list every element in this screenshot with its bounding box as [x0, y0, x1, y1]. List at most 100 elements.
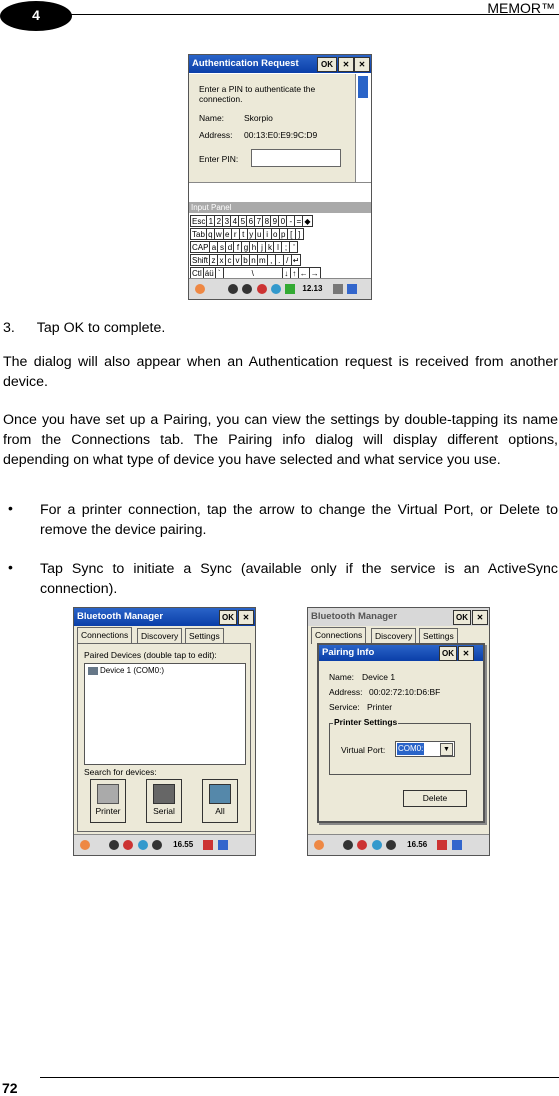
taskbar: 16.55: [74, 834, 255, 855]
ok-button[interactable]: OK: [219, 610, 237, 625]
serial-icon: [153, 784, 175, 804]
keyboard-key[interactable]: ]: [294, 228, 304, 240]
pen-icon[interactable]: [437, 840, 448, 850]
battery-icon: [285, 284, 296, 294]
status-icon: [228, 284, 239, 294]
background-panel: [189, 182, 371, 203]
dialog-message: Enter a PIN to authenticate the connecti…: [199, 84, 316, 104]
start-icon[interactable]: [314, 840, 324, 850]
name-label: Name:: [329, 672, 355, 682]
start-icon[interactable]: [80, 840, 90, 850]
printer-button-label: Printer: [95, 806, 121, 816]
page-number: 72: [2, 1080, 18, 1096]
tab-connections[interactable]: Connections: [77, 627, 133, 644]
close-button[interactable]: ✕: [472, 610, 488, 625]
chapter-badge: 4: [0, 1, 72, 31]
tab-connections[interactable]: Connections: [311, 627, 367, 644]
service-label: Service:: [329, 702, 360, 712]
paired-devices-list[interactable]: Device 1 (COM0:): [84, 663, 246, 765]
dialog-ok-button[interactable]: OK: [439, 646, 457, 661]
desktop-icon[interactable]: [217, 840, 228, 850]
address-label: Address:: [199, 130, 233, 140]
step-text: Tap OK to complete.: [36, 320, 166, 336]
dialog-close-button[interactable]: ✕: [458, 646, 474, 661]
chevron-down-icon[interactable]: ▼: [440, 743, 453, 756]
all-button[interactable]: All: [202, 779, 238, 823]
keyboard-key[interactable]: ↵: [290, 254, 302, 266]
keyboard-icon[interactable]: [332, 284, 343, 294]
keyboard-key[interactable]: CAP: [190, 241, 211, 253]
search-devices-label: Search for devices:: [84, 767, 157, 777]
keyboard-key[interactable]: ': [289, 241, 299, 253]
bullet-2-symbol: •: [8, 559, 13, 575]
status-icon: [109, 840, 120, 850]
close-button[interactable]: ✕: [338, 57, 354, 72]
tab-discovery[interactable]: Discovery: [137, 628, 183, 643]
screenshot-pairing-info: Bluetooth Manager OK ✕ Connections Disco…: [307, 607, 490, 856]
paired-devices-label: Paired Devices (double tap to edit):: [84, 650, 217, 660]
screenshot-bluetooth-manager: Bluetooth Manager OK ✕ Connections Disco…: [73, 607, 256, 856]
printer-icon: [97, 784, 119, 804]
start-icon[interactable]: [195, 284, 205, 294]
virtual-port-select[interactable]: COM0: ▼: [395, 741, 455, 757]
step-number: 3.: [3, 320, 15, 336]
network-icon: [371, 840, 382, 850]
soft-keyboard[interactable]: Esc 1 2 3 4 5 6 7 8 9 0- = ◆ Tab q w e r t y u i o p[] CAP a s d f…: [189, 214, 371, 279]
address-label: Address:: [329, 687, 363, 697]
virtual-port-label: Virtual Port:: [341, 745, 386, 755]
clock: 16.55: [173, 840, 194, 849]
tab-settings[interactable]: Settings: [419, 628, 458, 643]
paragraph-1: The dialog will also appear when an Auth…: [3, 354, 558, 390]
ok-button[interactable]: OK: [453, 610, 471, 625]
bluetooth-icon: [357, 840, 368, 850]
status-icon: [151, 840, 162, 850]
status-icon: [343, 840, 354, 850]
serial-button-label: Serial: [153, 806, 175, 816]
keyboard-key[interactable]: ◆: [302, 215, 313, 227]
keyboard-key[interactable]: Esc: [190, 215, 208, 227]
printer-settings-label: Printer Settings: [333, 717, 399, 727]
input-panel-bar: Input Panel: [189, 202, 371, 213]
name-value: Device 1: [362, 672, 396, 682]
bullet-2-text: Tap Sync to initiate a Sync (available o…: [40, 561, 558, 597]
virtual-port-value: COM0:: [397, 743, 425, 755]
network-icon: [137, 840, 148, 850]
tab-settings[interactable]: Settings: [185, 628, 224, 643]
scrollbar[interactable]: [355, 74, 370, 182]
brand-label: MEMOR™: [487, 0, 555, 16]
bullet-1-text: For a printer connection, tap the arrow …: [40, 502, 558, 538]
bluetooth-icon: [256, 284, 267, 294]
device-icon: [88, 666, 98, 675]
keyboard-key[interactable]: Tab: [190, 228, 207, 240]
keyboard-key[interactable]: Shift: [190, 254, 211, 266]
pin-input[interactable]: [251, 149, 341, 167]
address-value: 00:13:E0:E9:9C:D9: [244, 130, 318, 140]
close-icon[interactable]: ✕: [354, 57, 370, 72]
screenshot-authentication: Authentication Request OK ✕ ✕ Enter a PI…: [188, 54, 372, 300]
taskbar: 16.56: [308, 834, 489, 855]
clock: 12.13: [302, 284, 323, 293]
desktop-icon[interactable]: [451, 840, 462, 850]
clock: 16.56: [407, 840, 428, 849]
network-icon: [270, 284, 281, 294]
paragraph-2: Once you have set up a Pairing, you can …: [3, 412, 558, 468]
paired-device-name: Device 1 (COM0:): [100, 666, 165, 675]
pen-icon[interactable]: [203, 840, 214, 850]
window-title: Bluetooth Manager: [311, 611, 398, 622]
all-devices-icon: [209, 784, 231, 804]
paired-device-item[interactable]: Device 1 (COM0:): [88, 666, 245, 675]
tab-discovery[interactable]: Discovery: [371, 628, 417, 643]
close-button[interactable]: ✕: [238, 610, 254, 625]
footer-rule: [40, 1077, 559, 1078]
desktop-icon[interactable]: [346, 284, 357, 294]
window-title: Authentication Request: [192, 58, 299, 69]
ok-button[interactable]: OK: [317, 57, 337, 72]
printer-button[interactable]: Printer: [90, 779, 126, 823]
bluetooth-icon: [123, 840, 134, 850]
pairing-info-dialog: Pairing Info OK ✕ Name: Device 1 Address…: [317, 643, 485, 823]
pin-label: Enter PIN:: [199, 154, 239, 164]
dialog-title: Pairing Info: [322, 647, 375, 658]
delete-button[interactable]: Delete: [403, 790, 467, 807]
serial-button[interactable]: Serial: [146, 779, 182, 823]
window-title: Bluetooth Manager: [77, 611, 164, 622]
